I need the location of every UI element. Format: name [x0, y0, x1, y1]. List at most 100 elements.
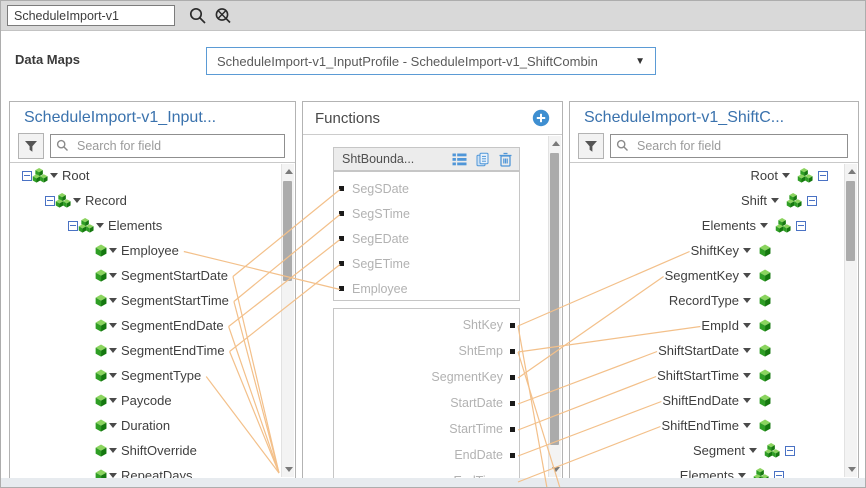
connector-bullet[interactable]	[339, 211, 344, 216]
caret-down-icon[interactable]	[743, 248, 751, 253]
filter-button[interactable]	[18, 133, 44, 159]
caret-down-icon[interactable]	[109, 423, 117, 428]
source-tree-item-Duration[interactable]: Duration	[10, 413, 295, 438]
collapse-icon[interactable]	[68, 221, 78, 231]
function-output-StartTime[interactable]: StartTime	[334, 416, 519, 442]
source-scrollbar[interactable]	[281, 164, 294, 477]
scroll-up-icon[interactable]	[285, 169, 293, 174]
target-tree-item-Segment[interactable]: Segment	[570, 438, 832, 463]
function-input-SegETime[interactable]: SegETime	[334, 251, 519, 276]
function-output-StartDate[interactable]: StartDate	[334, 390, 519, 416]
caret-down-icon[interactable]	[743, 348, 751, 353]
connector-bullet[interactable]	[510, 375, 515, 380]
function-box-header[interactable]: ShtBounda...	[333, 147, 520, 171]
source-tree-item-Record[interactable]: Record	[10, 188, 295, 213]
source-field-search-input[interactable]	[50, 134, 285, 158]
target-scrollbar[interactable]	[844, 164, 857, 477]
caret-down-icon[interactable]	[109, 273, 117, 278]
copy-function-icon[interactable]	[475, 152, 490, 167]
caret-down-icon[interactable]	[743, 398, 751, 403]
target-tree-item-ShiftKey[interactable]: ShiftKey	[570, 238, 832, 263]
caret-down-icon[interactable]	[109, 448, 117, 453]
target-tree-item-ShiftEndTime[interactable]: ShiftEndTime	[570, 413, 832, 438]
source-tree-item-SegmentEndDate[interactable]: SegmentEndDate	[10, 313, 295, 338]
caret-down-icon[interactable]	[743, 423, 751, 428]
connector-bullet[interactable]	[510, 401, 515, 406]
function-input-SegSTime[interactable]: SegSTime	[334, 201, 519, 226]
scroll-up-icon[interactable]	[848, 169, 856, 174]
caret-down-icon[interactable]	[109, 323, 117, 328]
connector-bullet[interactable]	[339, 236, 344, 241]
source-tree-item-SegmentStartDate[interactable]: SegmentStartDate	[10, 263, 295, 288]
collapse-icon[interactable]	[818, 171, 828, 181]
scrollbar-thumb[interactable]	[283, 181, 292, 281]
scroll-up-icon[interactable]	[552, 141, 560, 146]
connector-bullet[interactable]	[510, 349, 515, 354]
target-tree-item-ShiftStartTime[interactable]: ShiftStartTime	[570, 363, 832, 388]
caret-down-icon[interactable]	[771, 198, 779, 203]
function-input-SegSDate[interactable]: SegSDate	[334, 176, 519, 201]
target-tree-item-SegmentKey[interactable]: SegmentKey	[570, 263, 832, 288]
functions-scrollbar[interactable]	[548, 136, 561, 477]
caret-down-icon[interactable]	[73, 198, 81, 203]
target-tree-item-RecordType[interactable]: RecordType	[570, 288, 832, 313]
caret-down-icon[interactable]	[782, 173, 790, 178]
caret-down-icon[interactable]	[109, 398, 117, 403]
connector-bullet[interactable]	[339, 186, 344, 191]
caret-down-icon[interactable]	[760, 223, 768, 228]
search-icon[interactable]	[187, 5, 209, 27]
source-tree-item-Paycode[interactable]: Paycode	[10, 388, 295, 413]
source-tree-item-SegmentType[interactable]: SegmentType	[10, 363, 295, 388]
function-output-ShtEmp[interactable]: ShtEmp	[334, 338, 519, 364]
caret-down-icon[interactable]	[50, 173, 58, 178]
caret-down-icon[interactable]	[109, 248, 117, 253]
function-output-SegmentKey[interactable]: SegmentKey	[334, 364, 519, 390]
target-tree-item-EmpId[interactable]: EmpId	[570, 313, 832, 338]
source-tree-item-SegmentEndTime[interactable]: SegmentEndTime	[10, 338, 295, 363]
collapse-icon[interactable]	[785, 446, 795, 456]
data-map-select[interactable]: ScheduleImport-v1_InputProfile - Schedul…	[206, 47, 656, 75]
target-tree-item-ShiftStartDate[interactable]: ShiftStartDate	[570, 338, 832, 363]
target-tree-item-Shift[interactable]: Shift	[570, 188, 832, 213]
function-input-SegEDate[interactable]: SegEDate	[334, 226, 519, 251]
caret-down-icon[interactable]	[96, 223, 104, 228]
scroll-down-icon[interactable]	[285, 467, 293, 472]
connector-bullet[interactable]	[510, 427, 515, 432]
source-tree-item-SegmentStartTime[interactable]: SegmentStartTime	[10, 288, 295, 313]
function-output-ShtKey[interactable]: ShtKey	[334, 312, 519, 338]
caret-down-icon[interactable]	[743, 273, 751, 278]
target-field-search-input[interactable]	[610, 134, 848, 158]
collapse-icon[interactable]	[807, 196, 817, 206]
function-details-icon[interactable]	[452, 152, 467, 167]
caret-down-icon[interactable]	[743, 323, 751, 328]
source-tree-item-Root[interactable]: Root	[10, 163, 295, 188]
collapse-icon[interactable]	[774, 471, 784, 479]
filter-button[interactable]	[578, 133, 604, 159]
scroll-down-icon[interactable]	[848, 467, 856, 472]
connector-bullet[interactable]	[510, 453, 515, 458]
target-tree-item-Root[interactable]: Root	[570, 163, 832, 188]
scrollbar-thumb[interactable]	[846, 181, 855, 261]
caret-down-icon[interactable]	[109, 373, 117, 378]
source-tree-item-RepeatDays[interactable]: RepeatDays	[10, 463, 295, 478]
target-tree-item-Elements[interactable]: Elements	[570, 463, 832, 478]
target-tree-item-Elements[interactable]: Elements	[570, 213, 832, 238]
clear-search-icon[interactable]	[212, 5, 234, 27]
component-search-input[interactable]	[7, 5, 175, 26]
collapse-icon[interactable]	[45, 196, 55, 206]
source-tree-item-ShiftOverride[interactable]: ShiftOverride	[10, 438, 295, 463]
scrollbar-thumb[interactable]	[550, 153, 559, 445]
connector-bullet[interactable]	[339, 261, 344, 266]
delete-function-icon[interactable]	[498, 152, 513, 167]
add-function-icon[interactable]	[532, 109, 550, 127]
caret-down-icon[interactable]	[109, 348, 117, 353]
connector-bullet[interactable]	[339, 286, 344, 291]
scroll-down-icon[interactable]	[552, 467, 560, 472]
function-output-EndDate[interactable]: EndDate	[334, 442, 519, 468]
function-input-Employee[interactable]: Employee	[334, 276, 519, 301]
function-output-EndTime[interactable]: EndTime	[334, 468, 519, 478]
target-tree-item-ShiftEndDate[interactable]: ShiftEndDate	[570, 388, 832, 413]
source-tree-item-Employee[interactable]: Employee	[10, 238, 295, 263]
caret-down-icon[interactable]	[743, 373, 751, 378]
caret-down-icon[interactable]	[743, 298, 751, 303]
